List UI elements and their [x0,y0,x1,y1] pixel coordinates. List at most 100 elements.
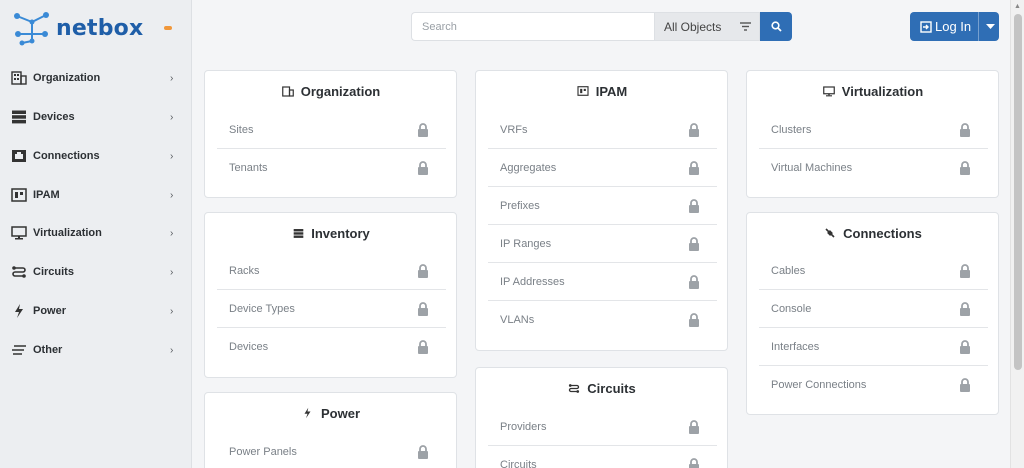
scrollbar[interactable]: ▲ [1010,0,1024,468]
login-icon [920,21,932,33]
scroll-thumb[interactable] [1014,14,1022,370]
card-power: Power Power Panels [204,392,457,468]
list-item-label: Clusters [771,123,812,136]
ethernet-icon [10,148,28,164]
sidebar-item-label: Organization [33,72,101,84]
list-item-label: IP Addresses [500,275,565,288]
plug-icon [823,226,837,240]
object-type-value: All Objects [664,19,722,34]
transit-icon [567,381,581,395]
sidebar-item-label: Power [33,305,67,317]
list-item[interactable]: Console [759,290,988,328]
scroll-up-icon[interactable]: ▲ [1014,3,1021,10]
chevron-right-icon: › [170,266,174,278]
list-item-label: VLANs [500,314,535,326]
list-item-label: VRFs [500,123,528,136]
list-item-label: Cables [771,264,806,277]
lock-icon [418,301,428,316]
list-item[interactable]: Cables [759,252,988,290]
chevron-right-icon: › [170,150,174,162]
card-virtualization: Virtualization Clusters Virtual Machines [746,70,999,198]
lock-icon [689,458,699,468]
server-icon [10,109,28,125]
server-icon [291,226,305,240]
monitor-icon [822,84,836,98]
sidebar-item-other[interactable]: Other › [0,333,192,367]
list-item[interactable]: Sites [217,111,446,149]
list-item[interactable]: Circuits [488,446,717,468]
list-item[interactable]: VRFs [488,111,717,149]
transit-icon [10,264,28,280]
list-item[interactable]: Racks [217,252,446,290]
sidebar-item-label: Virtualization [33,227,102,239]
card-connections: Connections Cables Console Interfaces Po… [746,212,999,415]
lock-icon [418,122,428,137]
list-item[interactable]: Power Connections [759,366,988,404]
sidebar-item-power[interactable]: Power › [0,294,192,328]
sidebar-item-devices[interactable]: Devices › [0,100,192,134]
brand-name: netbox [56,16,144,41]
list-item[interactable]: Clusters [759,111,988,149]
sidebar-item-ipam[interactable]: IPAM › [0,178,192,212]
list-item-label: Virtual Machines [771,162,853,174]
list-item[interactable]: Virtual Machines [759,149,988,187]
flash-icon [10,303,28,319]
brand[interactable]: netbox [12,8,182,48]
list-item[interactable]: VLANs [488,301,717,339]
lock-icon [689,419,699,434]
object-type-select[interactable]: All Objects [654,12,732,41]
lock-icon [689,198,699,213]
list-item[interactable]: IP Addresses [488,263,717,301]
sidebar-item-virtualization[interactable]: Virtualization › [0,216,192,250]
card-header: Virtualization [747,71,998,111]
card-inventory: Inventory Racks Device Types Devices [204,212,457,378]
login-divider [978,12,979,41]
chevron-right-icon: › [170,111,174,123]
list-item-label: Tenants [229,162,268,174]
lock-icon [689,274,699,289]
list-item[interactable]: Device Types [217,290,446,328]
card-ipam: IPAM VRFs Aggregates Prefixes IP Ranges … [475,70,728,351]
card-title: Inventory [311,225,370,241]
list-item-label: Aggregates [500,161,557,174]
card-title: Power [320,405,360,421]
list-item[interactable]: Power Panels [217,433,446,468]
card-title: IPAM [595,83,628,99]
lock-icon [418,445,428,459]
list-item[interactable]: Devices [217,328,446,366]
filter-button[interactable] [732,12,760,41]
flash-icon [301,406,315,420]
list-item[interactable]: Aggregates [488,149,717,187]
sidebar-item-connections[interactable]: Connections › [0,139,192,173]
sidebar-item-circuits[interactable]: Circuits › [0,255,192,289]
card-header: Circuits [476,368,727,408]
monitor-icon [10,225,28,241]
sidebar: netbox Organization › Devices › Connecti… [0,0,192,468]
ipam-icon [10,187,28,203]
chevron-right-icon: › [170,305,174,317]
login-button[interactable]: Log In [910,12,999,41]
list-item[interactable]: Prefixes [488,187,717,225]
lock-icon [960,263,970,278]
search-icon [770,21,782,32]
list-item[interactable]: IP Ranges [488,225,717,263]
card-header: Power [205,393,456,433]
sidebar-item-organization[interactable]: Organization › [0,61,192,95]
login-label: Log In [935,19,972,34]
chevron-right-icon: › [170,227,174,239]
list-item[interactable]: Interfaces [759,328,988,366]
lock-icon [960,301,970,316]
search-button[interactable] [760,12,792,41]
caret-down-icon[interactable] [986,24,995,30]
sidebar-item-label: Other [33,344,63,356]
lock-icon [960,122,970,137]
card-title: Connections [843,225,922,241]
list-item[interactable]: Tenants [217,149,446,187]
list-item[interactable]: Providers [488,408,717,446]
search-input[interactable] [411,12,654,41]
list-item-label: Providers [500,420,547,433]
card-title: Organization [300,83,381,99]
building-icon [10,70,28,86]
card-title: Virtualization [841,83,924,99]
list-item-label: Device Types [229,302,295,315]
